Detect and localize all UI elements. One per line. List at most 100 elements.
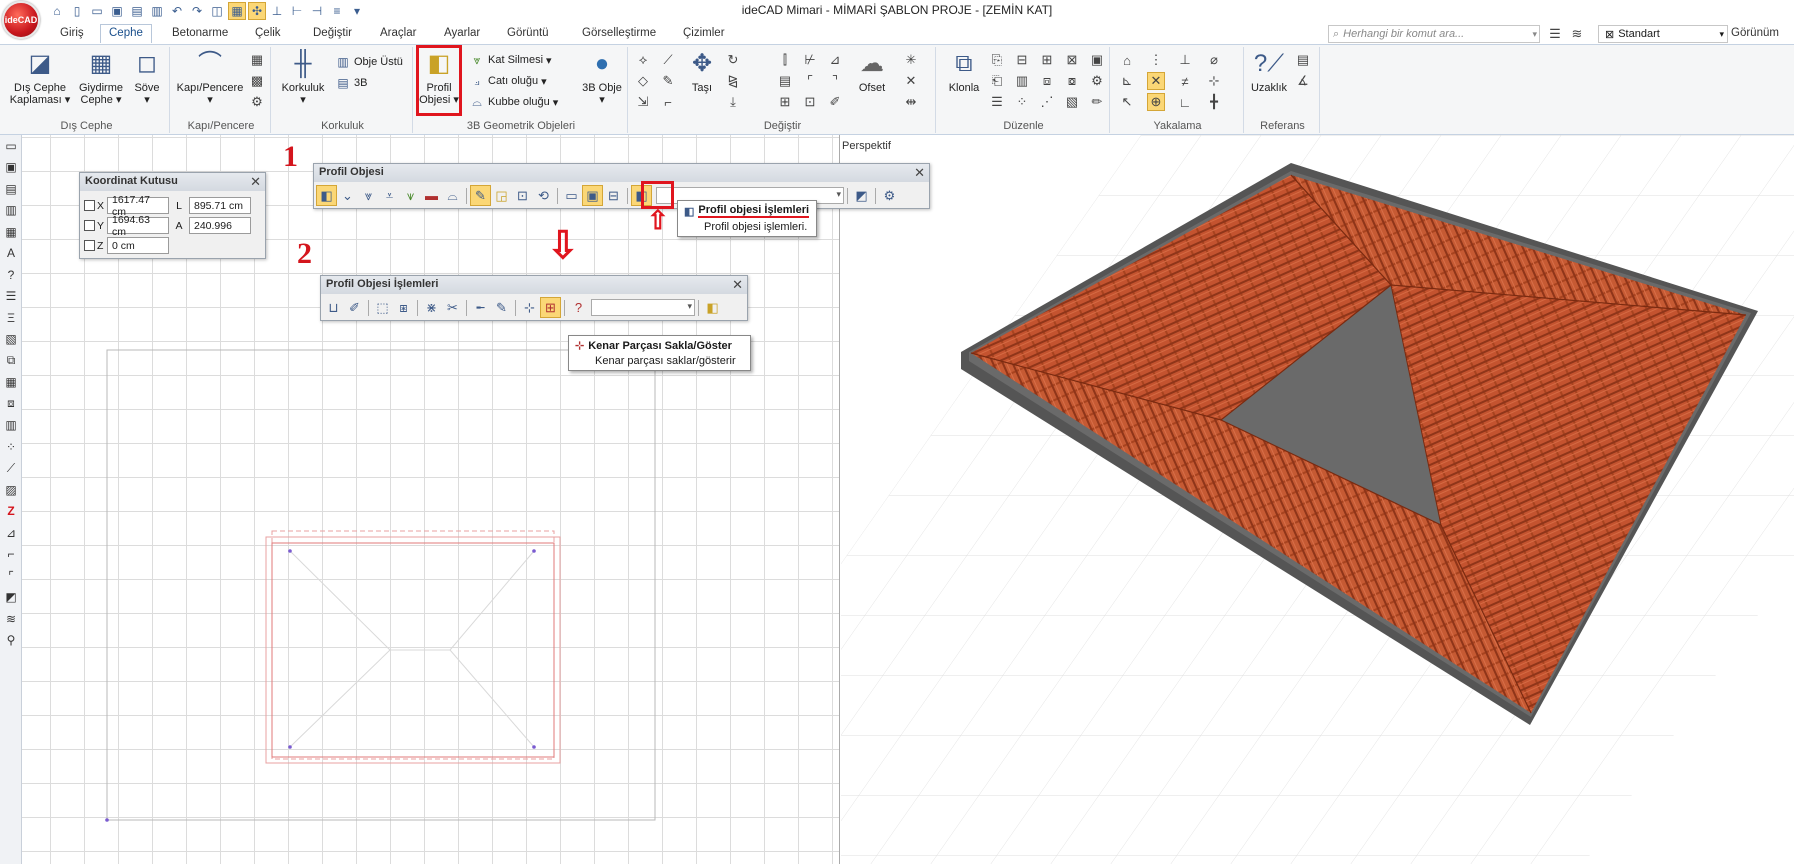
tab-gorsellestirme[interactable]: Görselleştirme	[574, 25, 664, 44]
profile-tool-icon[interactable]: ⌐	[0, 544, 22, 566]
profile-v2-icon[interactable]: ⩔	[358, 185, 379, 206]
window-icon[interactable]: ▦	[248, 51, 266, 69]
islemleri-toolbar-header[interactable]: Profil Objesi İşlemleri ✕	[321, 276, 747, 294]
polar-icon[interactable]: ⊢	[288, 2, 306, 20]
chart-icon[interactable]: ▤	[1294, 51, 1312, 69]
mirror-icon[interactable]: ⧎	[724, 72, 742, 90]
replace-icon[interactable]: ⧆	[393, 297, 414, 318]
save-as-icon[interactable]: ▤	[128, 2, 146, 20]
lineweight-icon[interactable]: ≡	[328, 2, 346, 20]
wall-tool-icon[interactable]: ▭	[0, 135, 22, 157]
profile-window-icon[interactable]: ▭	[561, 185, 582, 206]
help-icon[interactable]: ?	[568, 297, 589, 318]
dis-cephe-kaplamasi-button[interactable]: ◪ Dış Cephe Kaplaması ▾	[8, 49, 72, 107]
kapi-pencere-button[interactable]: ⌒ Kapı/Pencere ▾	[174, 49, 246, 107]
profile-split-icon[interactable]: ⊟	[603, 185, 624, 206]
wall-icon[interactable]: ▧	[1063, 93, 1081, 111]
line-tool-icon[interactable]: ⟋	[0, 458, 22, 480]
layers-icon[interactable]: ☰	[1546, 25, 1564, 43]
tab-cephe[interactable]: Cephe	[100, 24, 152, 43]
giydirme-cephe-button[interactable]: ▦ Giydirme Cephe ▾	[76, 49, 126, 107]
block-icon[interactable]: ▣	[1088, 51, 1106, 69]
explode-icon[interactable]: ✳	[902, 51, 920, 69]
join-icon[interactable]: ⊿	[826, 51, 844, 69]
profile-select-icon[interactable]: ◧	[316, 185, 337, 206]
edge-type-select[interactable]	[591, 299, 695, 316]
group-icon[interactable]: ⊞	[1038, 51, 1056, 69]
segment-icon[interactable]: ╾	[470, 297, 491, 318]
x-lock-checkbox[interactable]	[84, 200, 95, 211]
select-region-icon[interactable]: ⬚	[372, 297, 393, 318]
region-icon[interactable]: ⊡	[801, 93, 819, 111]
open-folder-icon[interactable]: ▭	[88, 2, 106, 20]
tab-araclar[interactable]: Araçlar	[372, 25, 424, 44]
tab-goruntu[interactable]: Görüntü	[499, 25, 557, 44]
tracking-icon[interactable]: ⊣	[308, 2, 326, 20]
snap-intersection-icon[interactable]: ✕	[1147, 72, 1165, 90]
paste-icon[interactable]: ⎗	[988, 72, 1006, 90]
profile-path-icon[interactable]: ⟲	[533, 185, 554, 206]
snap-cross-icon[interactable]: ╋	[1205, 93, 1223, 111]
chamfer-icon[interactable]: ⌝	[826, 72, 844, 90]
kubbe-olugu-button[interactable]: ⌓ Kubbe oluğu ▾	[469, 93, 558, 111]
window-grid-icon[interactable]: ▩	[248, 72, 266, 90]
profile-rect-icon[interactable]: ▬	[421, 185, 442, 206]
eyedropper-icon[interactable]: ✎	[659, 72, 677, 90]
profile-move-icon[interactable]: ◲	[491, 185, 512, 206]
points-icon[interactable]: ⁘	[1013, 93, 1031, 111]
extend-icon[interactable]: ⟋	[659, 51, 677, 69]
home-icon[interactable]: ⌂	[48, 2, 66, 20]
copy-floor-icon[interactable]: ⊟	[1013, 51, 1031, 69]
profile-settings-icon[interactable]: ⚙	[879, 185, 900, 206]
snap-perpendicular-icon[interactable]: ⊥	[1176, 51, 1194, 69]
profile-dome-icon[interactable]: ⌓	[442, 185, 463, 206]
cut-edge-icon[interactable]: ✂	[442, 297, 463, 318]
z-elevation-icon[interactable]: Z	[0, 501, 22, 523]
profile-zoom-icon[interactable]: ⊡	[512, 185, 533, 206]
tab-celik[interactable]: Çelik	[247, 25, 289, 44]
beam-tool-icon[interactable]: ▤	[0, 178, 22, 200]
profile-fill-icon[interactable]: ▣	[582, 185, 603, 206]
stair-tool-icon[interactable]: Ξ	[0, 307, 22, 329]
sove-button[interactable]: ◻ Söve ▾	[128, 49, 166, 107]
brush-icon[interactable]: ✐	[826, 93, 844, 111]
book-tool-icon[interactable]: ▥	[0, 415, 22, 437]
y-lock-checkbox[interactable]	[84, 220, 95, 231]
pencil-icon[interactable]: ✏	[1088, 93, 1106, 111]
clone-tool-icon[interactable]: ⧈	[0, 393, 22, 415]
settings-icon[interactable]: ⚙	[1088, 72, 1106, 90]
point-tool-icon[interactable]: ⁘	[0, 436, 22, 458]
dimension-tool-icon[interactable]: ?	[0, 264, 22, 286]
obje-3b-button[interactable]: ● 3B Obje ▾	[582, 49, 622, 107]
tab-ayarlar[interactable]: Ayarlar	[436, 25, 488, 44]
snap-parallel-icon[interactable]: ≠	[1176, 72, 1194, 90]
snap-center-icon[interactable]: ⊕	[1147, 93, 1165, 111]
style-select[interactable]: ⊠ Standart ▾	[1598, 25, 1728, 43]
trim-icon[interactable]: ⟡	[634, 51, 652, 69]
kenar-parcasi-icon[interactable]: ⊞	[540, 297, 561, 318]
corner-tool-icon[interactable]: ⌜	[0, 565, 22, 587]
lengthen-icon[interactable]: ⇹	[902, 93, 920, 111]
table-tool-icon[interactable]: ▦	[0, 372, 22, 394]
snap-midpoint-icon[interactable]: ⊾	[1118, 72, 1136, 90]
slope-tool-icon[interactable]: ⊿	[0, 522, 22, 544]
segment-edit-icon[interactable]: ✎	[491, 297, 512, 318]
profil-toolbar-header[interactable]: Profil Objesi ✕	[314, 164, 929, 182]
layer-tool-icon[interactable]: ▦	[0, 221, 22, 243]
copy-tool-icon[interactable]: ⧉	[0, 350, 22, 372]
z-lock-checkbox[interactable]	[84, 240, 95, 251]
korkuluk-button[interactable]: ╫ Korkuluk ▾	[279, 49, 327, 107]
profile-library-icon[interactable]: ◩	[851, 185, 872, 206]
zoom-window-icon[interactable]: ◫	[208, 2, 226, 20]
window-settings-icon[interactable]: ⚙	[248, 93, 266, 111]
find-tool-icon[interactable]: ⚲	[0, 630, 22, 652]
copy-icon[interactable]: ⎘	[988, 51, 1006, 69]
hatch-tool-icon[interactable]: ▨	[0, 479, 22, 501]
stair-icon[interactable]: ☰	[988, 93, 1006, 111]
auto-tool-icon[interactable]: ≋	[0, 608, 22, 630]
perspective-label[interactable]: ◭ Perspektif	[841, 139, 891, 153]
layer-copy-icon[interactable]: ⧈	[1038, 72, 1056, 90]
profile-v3-icon[interactable]: ⩡	[379, 185, 400, 206]
save-icon[interactable]: ▣	[108, 2, 126, 20]
y-field[interactable]: 1694.63 cm	[107, 214, 169, 238]
